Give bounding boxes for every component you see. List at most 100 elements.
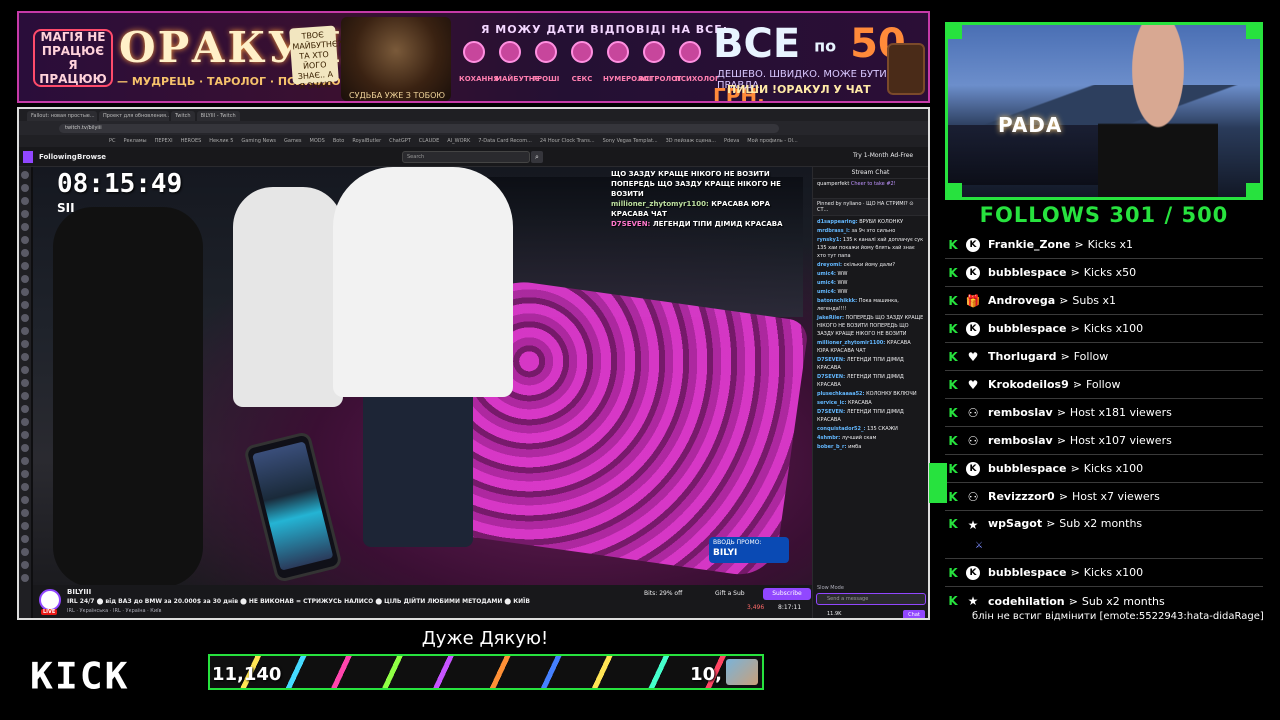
host-users-icon: ⚇ — [967, 489, 979, 504]
bookmark[interactable]: 24 Hour Clock Trans... — [540, 135, 595, 147]
channel-avatar[interactable] — [21, 184, 29, 192]
price-cta: ПИШИ !ОРАКУЛ У ЧАТ — [727, 83, 871, 96]
browser-tab[interactable]: Twitch — [171, 111, 195, 121]
category-item: ПСИХОЛОГ — [675, 41, 719, 85]
clock-subtext: SII — [57, 201, 75, 215]
channel-avatar[interactable] — [21, 314, 29, 322]
kick-circle-icon: K — [961, 321, 985, 337]
bookmark[interactable]: Boto — [333, 135, 345, 147]
kick-k-icon: K — [948, 461, 958, 476]
channel-avatar[interactable] — [21, 236, 29, 244]
cheer-label[interactable]: Cheer to take #2! — [851, 181, 896, 187]
channel-avatar[interactable] — [21, 574, 29, 582]
channel-avatar[interactable] — [21, 171, 29, 179]
overlay-chat-line: ЩО ЗАЗДУ КРАЩЕ НІКОГО НЕ ВОЗИТИ ПОПЕРЕДЬ… — [611, 170, 781, 198]
chat-input[interactable]: Send a message — [816, 593, 926, 605]
bookmark[interactable]: RoyalButler — [352, 135, 381, 147]
gift-sub-button[interactable]: Gift a Sub — [715, 590, 745, 597]
browser-tab[interactable]: Fallout: новая простые... — [27, 111, 97, 121]
bookmark[interactable]: Рекламы — [124, 135, 147, 147]
twitch-topnav: Following Browse Search ⌕ Try 1-Month Ad… — [19, 147, 928, 167]
kick-circle-icon: K — [961, 565, 985, 581]
bookmark[interactable]: CLAUDE — [419, 135, 439, 147]
channel-avatar[interactable] — [21, 327, 29, 335]
hype-user[interactable]: quamperfekt — [817, 181, 849, 187]
channel-avatar[interactable] — [21, 418, 29, 426]
viewer-count: 3,496 — [747, 604, 765, 611]
channel-avatar[interactable] — [21, 379, 29, 387]
channel-avatar[interactable] — [21, 483, 29, 491]
browser-tabbar: Fallout: новая простые... Проект для обн… — [19, 109, 928, 121]
stream-video-player[interactable]: 08:15:49 SII ЩО ЗАЗДУ КРАЩЕ НІКОГО НЕ ВО… — [33, 167, 812, 585]
channel-avatar[interactable] — [21, 275, 29, 283]
channel-avatar[interactable] — [21, 431, 29, 439]
channel-avatar[interactable] — [21, 561, 29, 569]
chat-message: umic4: WW — [817, 271, 848, 277]
category-item: НУМЕРОЛОГ — [603, 41, 653, 85]
event-item: K ♥ Thorlugard ⋗ Follow — [945, 343, 1263, 371]
bookmark[interactable]: 3D пейзаж сцена... — [666, 135, 716, 147]
channel-avatar[interactable] — [21, 535, 29, 543]
chat-message: dreyomi: скільки йому дали? — [817, 262, 896, 268]
channel-avatar[interactable] — [21, 249, 29, 257]
category-item: СЕКС — [567, 41, 597, 85]
channel-avatar[interactable] — [21, 444, 29, 452]
subscribe-button[interactable]: Subscribe — [763, 588, 811, 600]
channel-avatar[interactable] — [21, 457, 29, 465]
bookmark[interactable]: Games — [284, 135, 302, 147]
bookmark[interactable]: ПЕРЕХІ — [155, 135, 173, 147]
channel-avatar[interactable] — [21, 223, 29, 231]
chat-message: 4shmbr: лучший скам — [817, 435, 877, 441]
channel-name[interactable]: BILYIII — [67, 588, 91, 596]
chat-message: D7SEVEN: ЛЕГЕНДИ ТІПИ ДІМИД КРАСАВА — [817, 409, 904, 423]
bookmark[interactable]: PC — [109, 135, 116, 147]
channel-avatar[interactable] — [21, 353, 29, 361]
bookmark[interactable]: MODS — [310, 135, 325, 147]
bookmark[interactable]: 7-Data Card Recom... — [478, 135, 532, 147]
channel-avatar[interactable] — [21, 548, 29, 556]
nav-following[interactable]: Following — [39, 153, 77, 161]
ad-free-button[interactable]: Try 1-Month Ad-Free — [853, 152, 913, 159]
channel-avatar[interactable] — [21, 405, 29, 413]
bits-button[interactable]: Bits: 29% off — [644, 590, 682, 597]
bookmark[interactable]: Sony Vegas Templat... — [603, 135, 658, 147]
bookmark[interactable]: Неклик 5 — [209, 135, 233, 147]
chat-messages: d1sappearing: ВРУБИ КОЛОНКУ mrdbrass_i: … — [813, 216, 928, 454]
donation-goal-bar: 11,140 10, — [208, 654, 764, 690]
channel-avatar[interactable] — [21, 392, 29, 400]
search-icon[interactable]: ⌕ — [531, 151, 543, 163]
channel-avatar[interactable] — [21, 470, 29, 478]
chat-send-button[interactable]: Chat — [903, 610, 925, 618]
channel-avatar[interactable] — [21, 340, 29, 348]
browser-tab-active[interactable]: BILYIII - Twitch — [196, 111, 240, 121]
channel-avatar[interactable] — [21, 210, 29, 218]
kick-k-icon: K — [948, 433, 958, 448]
channel-avatar[interactable] — [21, 262, 29, 270]
nav-browse[interactable]: Browse — [77, 153, 106, 161]
twitch-logo-icon[interactable] — [23, 151, 33, 163]
channel-avatar[interactable] — [21, 197, 29, 205]
bookmark[interactable]: Gaming News — [241, 135, 276, 147]
stream-tags[interactable]: IRL · Українська · IRL · Україна · Київ — [67, 608, 161, 614]
channel-avatar[interactable] — [21, 288, 29, 296]
kick-k-icon: K — [948, 293, 958, 308]
channel-avatar[interactable] — [21, 522, 29, 530]
url-field[interactable]: twitch.tv/bilyiii — [59, 124, 779, 133]
bookmark[interactable]: ChatGPT — [389, 135, 411, 147]
event-item: K ★ wpSagot ⋗ Sub x2 months ⚔ — [945, 511, 1263, 559]
event-item: K Kbubblespace ⋗ Kicks x100 — [945, 455, 1263, 483]
search-input[interactable]: Search — [402, 151, 530, 163]
channel-avatar[interactable] — [21, 301, 29, 309]
channel-avatar[interactable] — [21, 366, 29, 374]
channel-avatar[interactable] — [39, 589, 61, 611]
bookmark[interactable]: AI_WORK — [447, 135, 470, 147]
bookmark[interactable]: HEROES — [181, 135, 202, 147]
bookmark[interactable]: Pdeva — [724, 135, 739, 147]
pinned-message[interactable]: Pinned by nyliano · ЩО НА СТРИМІ? ⊙ СТ..… — [813, 199, 928, 216]
browser-tab[interactable]: Проект для обновления... — [99, 111, 169, 121]
channel-avatar[interactable] — [21, 496, 29, 504]
channel-avatar[interactable] — [21, 509, 29, 517]
kick-k-icon: K — [948, 237, 958, 252]
bookmark[interactable]: Мой профиль - Ol... — [747, 135, 797, 147]
channel-points[interactable]: 11.9K — [827, 611, 841, 617]
